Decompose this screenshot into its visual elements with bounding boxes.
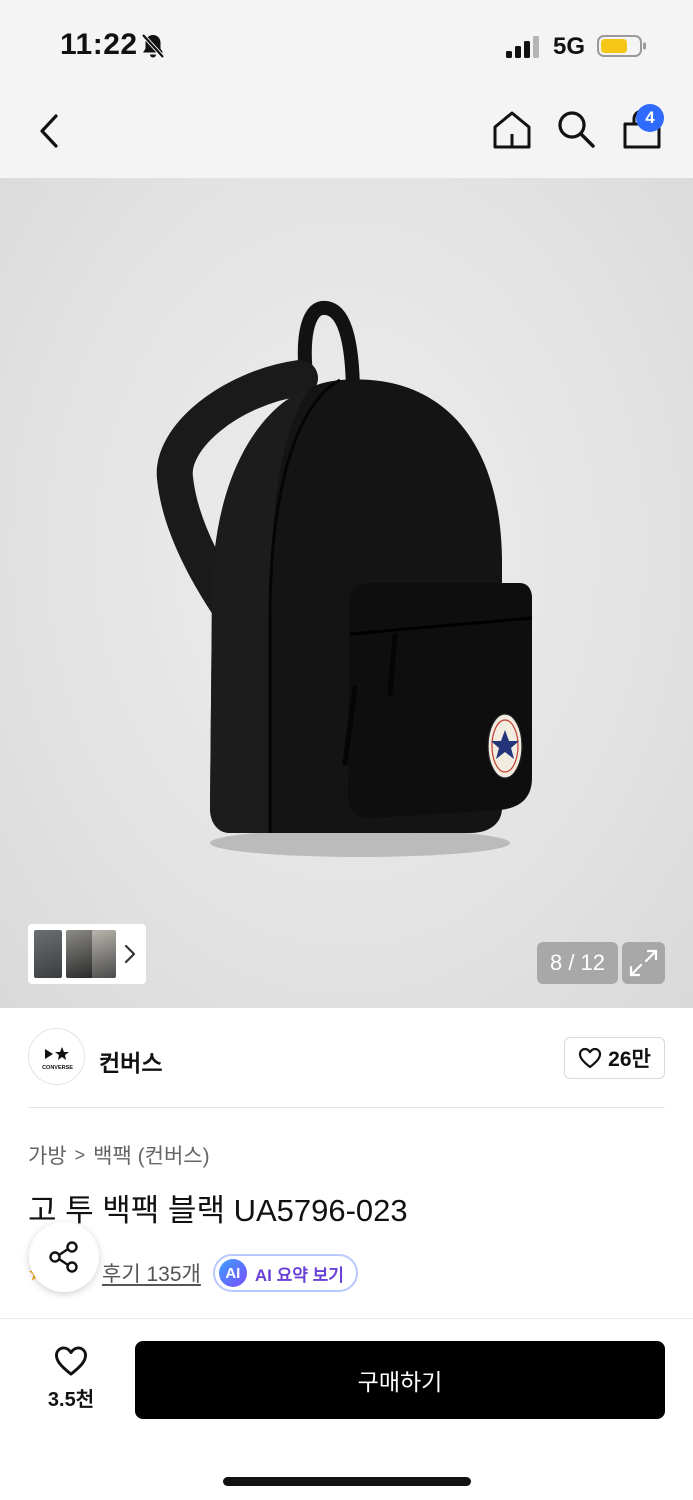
back-button[interactable] <box>34 110 68 152</box>
breadcrumb-separator: > <box>74 1144 86 1165</box>
status-time: 11:22 <box>60 28 138 61</box>
home-button[interactable] <box>490 108 534 152</box>
ai-summary-label: AI 요약 보기 <box>254 1265 344 1285</box>
network-label: 5G <box>553 33 586 60</box>
ai-summary-button[interactable]: AI AI 요약 보기 <box>212 1254 358 1292</box>
review-link[interactable]: 후기 135개 <box>102 1258 201 1288</box>
home-indicator <box>223 1477 471 1486</box>
svg-text:CONVERSE: CONVERSE <box>42 1065 73 1071</box>
brand-like-button[interactable]: 26만 <box>564 1037 665 1079</box>
wishlist-count: 3.5천 <box>47 1389 95 1411</box>
product-image <box>156 300 533 857</box>
wishlist-button[interactable]: 3.5천 <box>28 1345 114 1419</box>
signal-icon <box>506 36 539 58</box>
thumbnail-image[interactable] <box>92 930 116 978</box>
bell-off-icon <box>141 33 165 59</box>
heart-outline-icon <box>579 1047 602 1069</box>
share-icon <box>49 1241 78 1273</box>
status-bar: 11:22 5G <box>0 0 693 88</box>
divider <box>28 1107 665 1108</box>
breadcrumb: 가방 > 백팩 (컨버스) <box>28 1140 210 1170</box>
brand-logo[interactable]: CONVERSE <box>28 1028 85 1085</box>
battery-icon <box>597 35 646 57</box>
top-nav-bar <box>0 88 693 178</box>
buy-button[interactable]: 구매하기 <box>135 1341 665 1419</box>
search-button[interactable] <box>555 108 597 150</box>
thumbnail-image[interactable] <box>66 930 94 978</box>
breadcrumb-category[interactable]: 가방 <box>28 1140 67 1170</box>
cart-count-badge: 4 <box>636 104 664 132</box>
brand-like-count: 26만 <box>608 1048 651 1071</box>
thumbnail-image[interactable] <box>34 930 62 978</box>
product-title: 고 투 백팩 블랙 UA5796-023 <box>28 1193 408 1228</box>
bottom-action-bar: 3.5천 구매하기 <box>0 1318 693 1500</box>
chevron-right-icon[interactable] <box>123 942 137 966</box>
page-indicator: 8 / 12 <box>537 942 618 984</box>
heart-outline-icon <box>55 1346 87 1376</box>
product-gallery[interactable]: 8 / 12 <box>0 178 693 1008</box>
breadcrumb-subcategory[interactable]: 백팩 (컨버스) <box>93 1140 209 1170</box>
share-button[interactable] <box>29 1222 99 1292</box>
ai-badge-icon: AI <box>218 1259 247 1287</box>
brand-row: CONVERSE 컨버스 26만 <box>0 1008 693 1108</box>
converse-logo-icon: CONVERSE <box>42 1047 73 1071</box>
brand-name[interactable]: 컨버스 <box>99 1044 162 1078</box>
thumbnail-strip[interactable] <box>28 924 146 984</box>
expand-button[interactable] <box>622 942 665 984</box>
